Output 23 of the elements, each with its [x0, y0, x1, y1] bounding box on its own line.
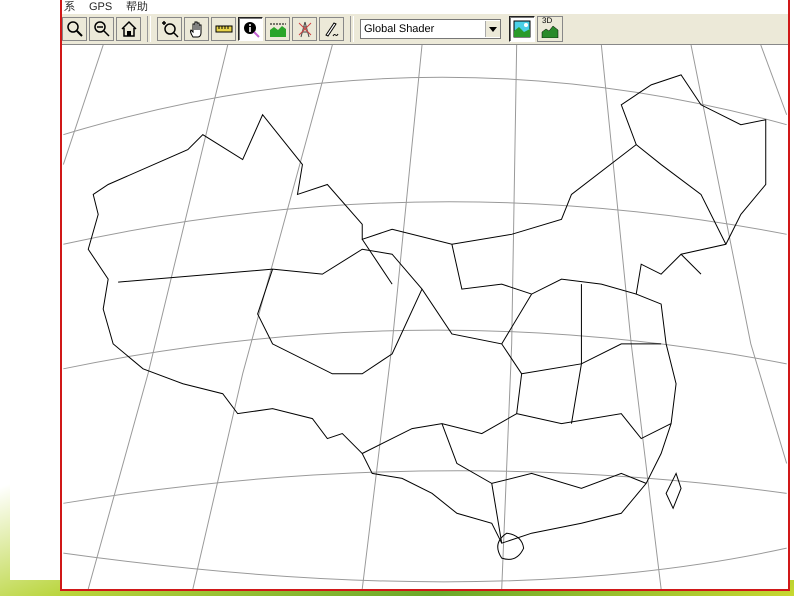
- home-icon: [120, 20, 138, 38]
- tool-button[interactable]: [292, 17, 317, 41]
- zoom-out-icon: [92, 20, 110, 38]
- tool-button[interactable]: [319, 17, 344, 41]
- magnifier-icon: [66, 20, 84, 38]
- landscape-icon: [513, 20, 531, 38]
- tool-button[interactable]: [157, 17, 182, 41]
- zoom-box-icon: [160, 20, 178, 38]
- tool-button[interactable]: [184, 17, 209, 41]
- info-icon: [242, 20, 260, 38]
- view-button[interactable]: [509, 16, 535, 42]
- tool-button[interactable]: [89, 17, 114, 41]
- tool-button[interactable]: [238, 17, 263, 41]
- menu-item[interactable]: 系: [64, 0, 75, 14]
- view-button[interactable]: 3D: [537, 16, 563, 42]
- tower-icon: [296, 20, 314, 38]
- tool-button[interactable]: [62, 17, 87, 41]
- menu-item[interactable]: 帮助: [126, 0, 148, 14]
- pen-icon: [322, 20, 340, 38]
- tool-button[interactable]: [116, 17, 141, 41]
- menu-item[interactable]: GPS: [89, 0, 112, 14]
- shader-dropdown[interactable]: Global Shader: [360, 19, 501, 39]
- tool-button[interactable]: [211, 17, 236, 41]
